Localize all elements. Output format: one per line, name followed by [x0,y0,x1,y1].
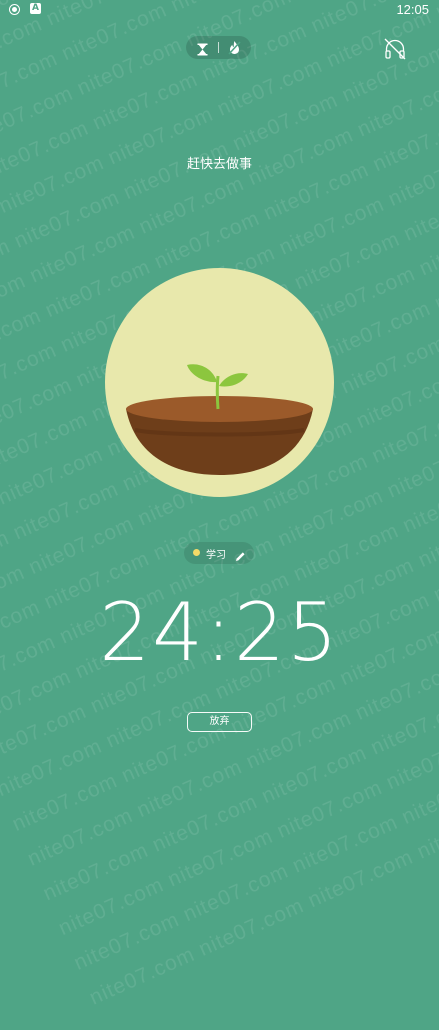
status-time: 12:05 [396,2,429,17]
countdown-timer: 24:25 [99,586,340,679]
headphones-off-icon[interactable] [383,37,407,65]
tag-selector[interactable]: 学习 [184,542,254,564]
tag-label: 学习 [206,550,226,561]
pencil-icon[interactable] [235,547,246,566]
location-icon [9,4,20,15]
give-up-button[interactable]: 放弃 [187,712,252,732]
watermark-text: nite07.com nite07.com nite07.com nite07.… [0,0,439,149]
hourglass-icon[interactable] [197,41,208,60]
watermark-text: nite07.com nite07.com nite07.com nite07.… [70,519,439,975]
tree-illustration[interactable] [105,268,334,497]
watermark-text: nite07.com nite07.com nite07.com nite07.… [86,554,439,1010]
tag-color-dot [193,549,200,556]
status-bar: A 12:05 [0,0,439,20]
fire-icon[interactable] [228,40,241,59]
motivation-text: 赶快去做事 [186,157,252,172]
app-notification-icon: A [30,3,41,14]
mode-switch[interactable] [186,36,251,59]
mode-separator [218,42,219,53]
watermark-text: nite07.com nite07.com nite07.com nite07.… [0,0,439,218]
